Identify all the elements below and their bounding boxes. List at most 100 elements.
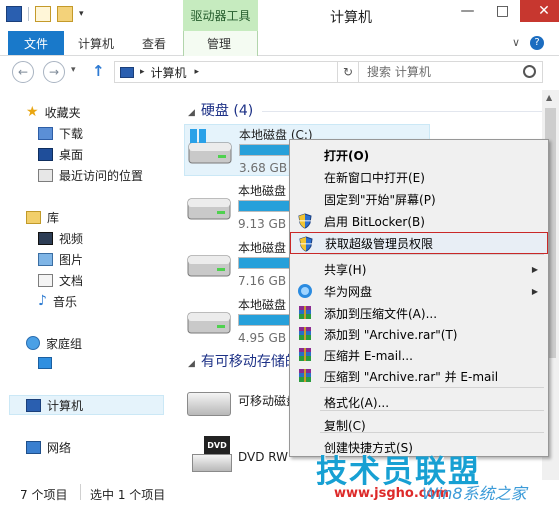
nav-documents[interactable]: 文档	[38, 270, 83, 290]
winrar-icon	[297, 305, 313, 321]
address-bar[interactable]: ▸ 计算机 ▸	[114, 61, 338, 83]
nav-favorites[interactable]: ★ 收藏夹	[26, 102, 81, 122]
recent-places-icon	[38, 168, 53, 182]
star-icon: ★	[26, 104, 39, 120]
drive-name: 本地磁盘	[238, 241, 287, 255]
winrar-icon	[297, 347, 313, 363]
status-item-count: 7 个项目	[20, 488, 68, 502]
removable-group-header[interactable]: ◢ 有可移动存储的	[188, 351, 299, 371]
winrar-icon	[297, 326, 313, 342]
forward-button[interactable]: →	[43, 61, 65, 83]
music-icon: ♪	[38, 293, 47, 309]
homegroup-user-icon[interactable]	[38, 357, 52, 369]
watermark-subtitle: Win8系统之家	[422, 484, 527, 503]
windows-logo-icon	[190, 129, 206, 143]
scroll-up-icon[interactable]: ▲	[546, 93, 552, 102]
context-menu-label: 压缩到 "Archive.rar" 并 E-mail	[324, 369, 499, 384]
dvd-drive-body-icon	[192, 454, 232, 472]
breadcrumb-separator[interactable]: ▸	[140, 67, 145, 77]
context-menu-label: 添加到压缩文件(A)...	[324, 306, 438, 321]
context-menu-item[interactable]: 复制(C)	[290, 414, 548, 436]
context-menu-item[interactable]: 获取超级管理员权限	[290, 232, 548, 254]
nav-network[interactable]: 网络	[26, 437, 71, 457]
context-menu-item[interactable]: 共享(H) ▶	[290, 258, 548, 280]
context-menu-item[interactable]: 添加到 "Archive.rar"(T)	[290, 323, 548, 345]
tab-manage[interactable]: 管理	[207, 35, 231, 52]
refresh-button[interactable]: ↻	[337, 61, 359, 83]
library-icon	[26, 210, 41, 224]
context-menu-label: 华为网盘	[324, 284, 373, 299]
dvd-drive-item[interactable]: DVD DVD RW	[184, 434, 304, 478]
minimize-button[interactable]: —	[450, 0, 485, 22]
nav-computer[interactable]: 计算机	[9, 395, 164, 415]
computer-icon	[120, 66, 134, 78]
context-menu-label: 固定到"开始"屏幕(P)	[324, 192, 436, 207]
navigation-pane	[0, 90, 172, 480]
context-menu-item[interactable]: 固定到"开始"屏幕(P)	[290, 188, 548, 210]
close-button[interactable]: ✕	[520, 0, 559, 22]
search-icon[interactable]	[523, 65, 536, 78]
network-icon	[26, 440, 41, 454]
context-menu-item[interactable]: 在新窗口中打开(E)	[290, 166, 548, 188]
tab-view[interactable]: 查看	[142, 35, 166, 52]
collapse-icon[interactable]: ◢	[188, 108, 195, 118]
nav-recent-places[interactable]: 最近访问的位置	[38, 165, 143, 185]
status-selected-count: 选中 1 个项目	[90, 488, 166, 502]
back-button[interactable]: ←	[12, 61, 34, 83]
documents-icon	[38, 273, 53, 287]
window-controls: — □ ✕	[450, 0, 559, 22]
context-menu-item[interactable]: 格式化(A)...	[290, 391, 548, 413]
breadcrumb-separator[interactable]: ▸	[195, 67, 200, 77]
submenu-arrow-icon: ▶	[531, 264, 538, 274]
winrar-icon	[297, 368, 313, 384]
context-menu-label: 添加到 "Archive.rar"(T)	[324, 327, 458, 342]
context-menu-label: 压缩并 E-mail...	[324, 348, 413, 363]
window-title: 计算机	[330, 10, 372, 26]
drive-tools-tab-header: 驱动器工具	[183, 0, 258, 31]
nav-libraries[interactable]: 库	[26, 207, 59, 227]
shield-icon	[298, 236, 314, 252]
hard-disks-group-header[interactable]: ◢ 硬盘 (4)	[188, 100, 253, 120]
hard-disk-icon	[187, 309, 231, 335]
qat-dropdown-icon[interactable]: ▾	[79, 9, 84, 19]
pictures-icon	[38, 252, 53, 266]
context-menu-label: 打开(O)	[324, 148, 370, 163]
collapse-icon[interactable]: ◢	[188, 359, 195, 369]
nav-homegroup[interactable]: 家庭组	[26, 333, 82, 353]
nav-pictures[interactable]: 图片	[38, 249, 83, 269]
context-menu-label: 获取超级管理员权限	[325, 236, 434, 251]
breadcrumb-computer[interactable]: 计算机	[151, 64, 187, 81]
maximize-button[interactable]: □	[485, 0, 520, 22]
search-input[interactable]	[359, 64, 519, 80]
tab-computer[interactable]: 计算机	[78, 35, 114, 52]
download-folder-icon	[38, 126, 53, 140]
new-folder-icon[interactable]	[57, 6, 73, 22]
properties-icon[interactable]	[35, 6, 51, 22]
context-menu: 打开(O) 在新窗口中打开(E) 固定到"开始"屏幕(P) 启用 BitLocker(…	[289, 139, 549, 457]
context-menu-item[interactable]: 华为网盘 ▶	[290, 280, 548, 302]
context-menu-item[interactable]: 打开(O)	[290, 144, 548, 166]
menu-separator	[320, 254, 544, 255]
nav-videos[interactable]: 视频	[38, 228, 83, 248]
context-menu-item[interactable]: 添加到压缩文件(A)...	[290, 302, 548, 324]
nav-music[interactable]: ♪ 音乐	[38, 291, 77, 311]
search-box[interactable]	[358, 61, 543, 83]
up-button[interactable]: ↑	[92, 62, 105, 80]
recent-locations-icon[interactable]: ▾	[71, 65, 76, 75]
video-icon	[38, 231, 53, 245]
context-menu-label: 共享(H)	[324, 262, 367, 277]
hard-disk-icon	[187, 252, 231, 278]
help-icon[interactable]: ?	[530, 36, 545, 50]
removable-drive-item[interactable]: 可移动磁盘	[184, 384, 304, 424]
context-menu-item[interactable]: 启用 BitLocker(B)	[290, 210, 548, 232]
expand-ribbon-icon[interactable]: ∨	[512, 36, 520, 50]
context-menu-item[interactable]: 压缩并 E-mail...	[290, 344, 548, 366]
removable-disk-icon	[187, 392, 231, 416]
nav-desktop[interactable]: 桌面	[38, 144, 83, 164]
context-menu-item[interactable]: 压缩到 "Archive.rar" 并 E-mail	[290, 365, 548, 387]
tab-file[interactable]: 文件	[8, 31, 64, 55]
submenu-arrow-icon: ▶	[531, 286, 538, 296]
nav-downloads[interactable]: 下载	[38, 123, 83, 143]
hard-disk-icon	[188, 129, 232, 165]
ribbon-right-controls: ∨ ?	[512, 36, 545, 50]
